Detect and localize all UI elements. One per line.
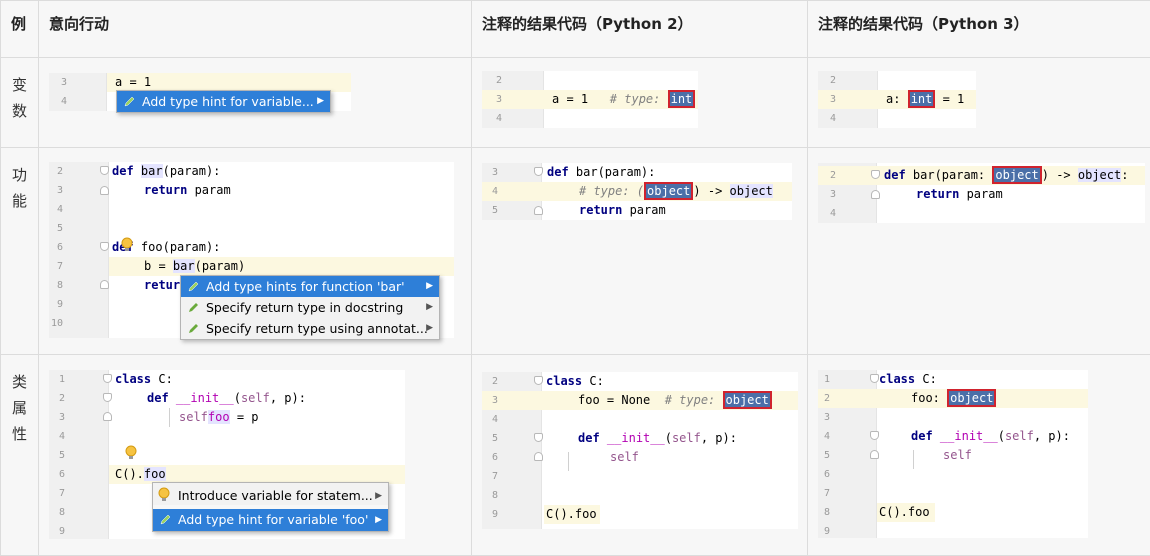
submenu-arrow-icon: ▶ [426, 318, 433, 339]
attribute-intention-cell: 1 2 3 4 5 6 7 8 9 class C: def __init__(… [39, 355, 472, 556]
fold-marker-icon[interactable] [870, 450, 879, 459]
editor-snippet: 1 2 3 4 5 6 7 8 9 class C: foo: object d… [818, 370, 1088, 538]
fold-marker-icon[interactable] [100, 242, 109, 251]
submenu-arrow-icon: ▶ [375, 509, 382, 531]
row-label-variable: 变数 [1, 58, 39, 148]
inserted-type: object [723, 391, 772, 409]
fold-marker-icon[interactable] [870, 431, 879, 440]
editor-snippet: 2 3 4 def bar(param: object) -> object: … [818, 163, 1145, 223]
submenu-arrow-icon: ▶ [375, 483, 382, 509]
fold-marker-icon[interactable] [534, 206, 543, 215]
submenu-arrow-icon: ▶ [426, 297, 433, 318]
attribute-python3-cell: 1 2 3 4 5 6 7 8 9 class C: foo: object d… [808, 355, 1150, 556]
lightbulb-icon[interactable] [125, 445, 137, 461]
intention-icon [188, 302, 199, 313]
code-line: a: int = 1 [886, 90, 964, 109]
variable-python3-cell: 2 3 4 a: int = 1 [808, 58, 1150, 148]
menu-item-return-type-annotation[interactable]: Specify return type using annotat...▶ [181, 318, 439, 339]
menu-item-add-type-hint-foo[interactable]: Add type hint for variable 'foo'▶ [153, 509, 388, 531]
function-python3-cell: 2 3 4 def bar(param: object) -> object: … [808, 148, 1150, 355]
header-python3: 注释的结果代码（Python 3） [808, 1, 1150, 58]
pencil-icon [188, 281, 199, 292]
lightbulb-icon[interactable] [121, 237, 133, 253]
fold-marker-icon[interactable] [870, 374, 879, 383]
annotation-table: 例 意向行动 注释的结果代码（Python 2） 注释的结果代码（Python … [0, 0, 1150, 556]
fold-marker-icon[interactable] [871, 170, 880, 179]
inserted-type: object [992, 166, 1041, 184]
intention-menu: Add type hint for variable...▶ [116, 90, 331, 113]
inserted-type: int [908, 90, 936, 108]
row-label-function: 功能 [1, 148, 39, 355]
variable-intention-cell: 3 4 a = 1 Add type hint for variable...▶ [39, 58, 472, 148]
fold-marker-icon[interactable] [534, 452, 543, 461]
attribute-python2-cell: 2 3 4 5 6 7 8 9 class C: foo = None # ty… [472, 355, 808, 556]
menu-item-introduce-variable[interactable]: Introduce variable for statem...▶ [153, 483, 388, 509]
fold-marker-icon[interactable] [871, 190, 880, 199]
function-intention-cell: 2 3 4 5 6 7 8 9 10 def bar(param): retur… [39, 148, 472, 355]
intention-menu: Introduce variable for statem...▶ Add ty… [152, 482, 389, 532]
pencil-icon [160, 514, 171, 525]
menu-item-add-type-hint[interactable]: Add type hint for variable...▶ [117, 91, 330, 112]
lightbulb-icon [158, 487, 170, 503]
fold-marker-icon[interactable] [100, 166, 109, 175]
fold-marker-icon[interactable] [103, 374, 112, 383]
fold-marker-icon[interactable] [534, 433, 543, 442]
editor-snippet: 2 3 4 a: int = 1 [818, 71, 976, 128]
inserted-type: int [668, 90, 696, 108]
variable-python2-cell: 2 3 4 a = 1 # type: int [472, 58, 808, 148]
pencil-icon [124, 96, 135, 107]
header-intention: 意向行动 [39, 1, 472, 58]
editor-snippet: 2 3 4 a = 1 # type: int [482, 71, 698, 128]
editor-snippet: 3 4 5 def bar(param): # type: (object) -… [482, 163, 792, 220]
fold-marker-icon[interactable] [100, 280, 109, 289]
intention-icon [188, 323, 199, 334]
row-label-class-attribute: 类属性 [1, 355, 39, 556]
header-example: 例 [1, 1, 39, 58]
header-python2: 注释的结果代码（Python 2） [472, 1, 808, 58]
fold-marker-icon[interactable] [103, 412, 112, 421]
function-python2-cell: 3 4 5 def bar(param): # type: (object) -… [472, 148, 808, 355]
inserted-type: object [644, 182, 693, 200]
editor-snippet: 2 3 4 5 6 7 8 9 class C: foo = None # ty… [482, 372, 798, 529]
intention-menu: Add type hints for function 'bar'▶ Speci… [180, 275, 440, 340]
fold-marker-icon[interactable] [534, 376, 543, 385]
fold-marker-icon[interactable] [103, 393, 112, 402]
submenu-arrow-icon: ▶ [426, 276, 433, 297]
inserted-type: object [947, 389, 996, 407]
code-line: a = 1 # type: int [552, 90, 695, 109]
menu-item-return-type-docstring[interactable]: Specify return type in docstring▶ [181, 297, 439, 318]
fold-marker-icon[interactable] [534, 167, 543, 176]
submenu-arrow-icon: ▶ [317, 91, 324, 112]
fold-marker-icon[interactable] [100, 186, 109, 195]
menu-item-add-type-hints-function[interactable]: Add type hints for function 'bar'▶ [181, 276, 439, 297]
